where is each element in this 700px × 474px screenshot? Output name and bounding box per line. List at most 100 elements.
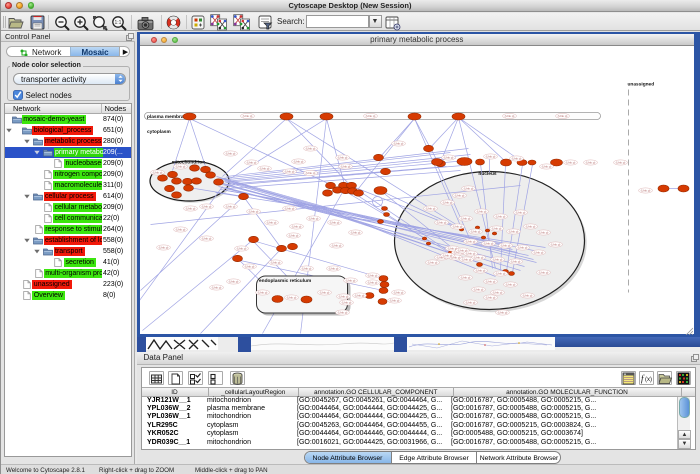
svg-text:(Unk p): (Unk p) [319,290,329,294]
svg-text:(Unk p): (Unk p) [211,285,221,289]
svg-text:(Unk p): (Unk p) [367,280,377,284]
svg-text:(Unk p): (Unk p) [500,243,510,247]
svg-text:(Unk p): (Unk p) [293,159,303,163]
svg-text:(Unk p): (Unk p) [246,160,256,164]
svg-text:(Unk p): (Unk p) [284,206,294,210]
svg-text:(Unk p): (Unk p) [442,200,452,204]
svg-text:(Unk p): (Unk p) [329,220,339,224]
svg-text:(Unk p): (Unk p) [533,250,543,254]
svg-text:(Unk p): (Unk p) [615,160,625,164]
svg-text:(Unk p): (Unk p) [504,114,514,118]
svg-text:(Unk p): (Unk p) [443,155,453,159]
svg-text:(Unk p): (Unk p) [465,239,475,243]
svg-text:(Unk p): (Unk p) [284,169,294,173]
svg-text:(Unk p): (Unk p) [288,233,298,237]
svg-text:(Unk p): (Unk p) [301,266,311,270]
svg-text:(Unk p): (Unk p) [492,290,502,294]
svg-text:(Unk p): (Unk p) [225,151,235,155]
svg-text:(Unk p): (Unk p) [473,255,483,259]
svg-text:(Unk p): (Unk p) [511,156,521,160]
svg-text:(Unk p): (Unk p) [538,230,548,234]
svg-text:(Unk p): (Unk p) [365,114,375,118]
svg-text:(Unk p): (Unk p) [565,160,575,164]
svg-text:(Unk p): (Unk p) [517,245,527,249]
svg-text:(Unk p): (Unk p) [305,146,315,150]
svg-text:(Unk p): (Unk p) [460,275,470,279]
svg-text:(Unk p): (Unk p) [337,310,347,314]
svg-text:(Unk p): (Unk p) [495,214,505,218]
svg-text:(Unk p): (Unk p) [436,220,446,224]
svg-text:(Unk p): (Unk p) [515,210,525,214]
svg-text:(Unk p): (Unk p) [505,282,515,286]
svg-text:(Unk p): (Unk p) [442,253,452,257]
svg-text:(Unk p): (Unk p) [476,209,486,213]
svg-text:unassigned: unassigned [627,81,654,87]
svg-text:(Unk p): (Unk p) [393,290,403,294]
svg-text:(Unk p): (Unk p) [248,209,258,213]
svg-text:(Unk p): (Unk p) [291,224,301,228]
svg-text:(Unk p): (Unk p) [538,270,548,274]
svg-text:(Unk p): (Unk p) [201,204,211,208]
svg-text:(Unk p): (Unk p) [452,224,462,228]
svg-text:(Unk p): (Unk p) [425,206,435,210]
svg-text:(Unk p): (Unk p) [465,251,475,255]
svg-text:(Unk p): (Unk p) [485,295,495,299]
svg-text:(Unk p): (Unk p) [550,242,560,246]
svg-text:(Unk p): (Unk p) [340,164,350,168]
svg-text:endoplasmic reticulum: endoplasmic reticulum [259,278,311,284]
svg-text:(Unk p): (Unk p) [475,268,485,272]
svg-text:(Unk p): (Unk p) [463,186,473,190]
svg-text:(Unk p): (Unk p) [492,257,502,261]
svg-text:(Unk p): (Unk p) [259,166,269,170]
svg-text:(Unk p): (Unk p) [485,279,495,283]
svg-text:(Unk p): (Unk p) [185,206,195,210]
svg-text:(Unk p): (Unk p) [236,246,246,250]
svg-text:(Unk p): (Unk p) [354,293,364,297]
svg-text:(Unk p): (Unk p) [305,171,315,175]
svg-text:(Unk p): (Unk p) [308,216,318,220]
svg-text:(Unk p): (Unk p) [393,141,403,145]
svg-text:(Unk p): (Unk p) [557,114,567,118]
svg-text:(Unk p): (Unk p) [495,271,505,275]
svg-text:(Unk p): (Unk p) [338,294,348,298]
svg-text:(Unk p): (Unk p) [225,204,235,208]
svg-text:(Unk p): (Unk p) [331,243,341,247]
svg-text:(Unk p): (Unk p) [491,226,501,230]
svg-text:(Unk p): (Unk p) [328,266,338,270]
svg-text:1:1: 1:1 [115,20,122,26]
svg-text:(Unk p): (Unk p) [485,154,495,158]
svg-text:(Unk p): (Unk p) [337,155,347,159]
svg-text:(Unk p): (Unk p) [244,264,254,268]
svg-text:(Unk p): (Unk p) [257,290,267,294]
svg-text:mitochondrion: mitochondrion [171,159,205,165]
svg-text:(Unk p): (Unk p) [286,295,296,299]
svg-text:(Unk p): (Unk p) [525,224,535,228]
svg-text:(Unk p): (Unk p) [158,245,168,249]
svg-text:(Unk p): (Unk p) [541,164,551,168]
svg-text:(Unk p): (Unk p) [152,170,162,174]
svg-text:(Unk p): (Unk p) [270,260,280,264]
svg-text:(Unk p): (Unk p) [345,278,355,282]
svg-text:(Unk p): (Unk p) [242,114,252,118]
svg-text:(Unk p): (Unk p) [460,216,470,220]
svg-text:(Unk p): (Unk p) [470,229,480,233]
svg-text:(Unk p): (Unk p) [454,193,464,197]
svg-text:(Unk p): (Unk p) [389,298,399,302]
svg-text:(Unk p): (Unk p) [522,293,532,297]
svg-text:(Unk p): (Unk p) [427,260,437,264]
svg-text:cytoplasm: cytoplasm [147,128,171,134]
svg-text:(Unk p): (Unk p) [508,229,518,233]
svg-text:(Unk p): (Unk p) [497,310,507,314]
svg-text:(Unk p): (Unk p) [228,279,238,283]
svg-text:(Unk p): (Unk p) [465,300,475,304]
svg-text:(Unk p): (Unk p) [341,300,351,304]
svg-text:(Unk p): (Unk p) [266,220,276,224]
svg-text:(Unk p): (Unk p) [640,188,650,192]
svg-text:nucleus: nucleus [478,171,496,177]
svg-text:(Unk p): (Unk p) [483,241,493,245]
svg-text:(Unk p): (Unk p) [367,273,377,277]
svg-text:(Unk p): (Unk p) [350,230,360,234]
svg-text:(Unk p): (Unk p) [461,257,471,261]
svg-text:(Unk p): (Unk p) [201,236,211,240]
svg-text:(Unk p): (Unk p) [175,227,185,231]
